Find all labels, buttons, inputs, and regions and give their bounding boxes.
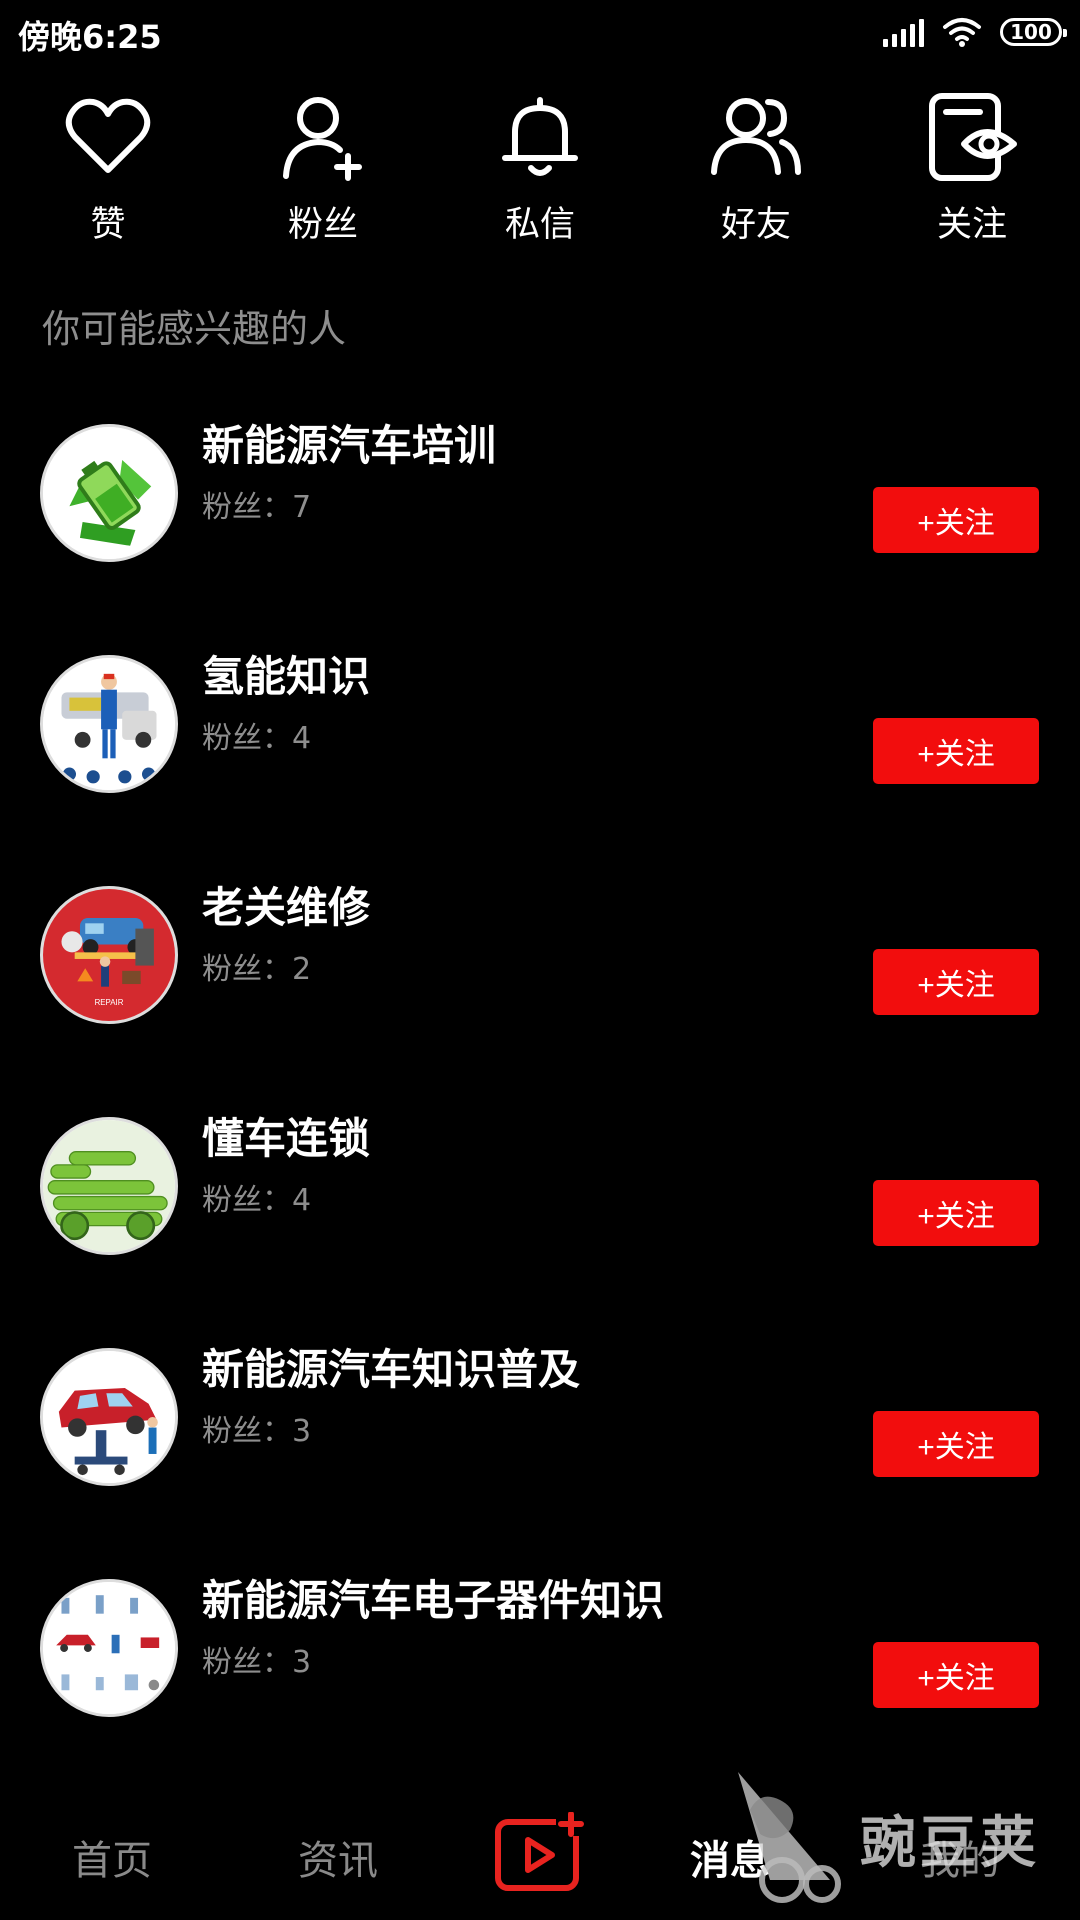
battery-recycle-icon [43, 427, 175, 559]
quick-action-messages[interactable]: 私信 [465, 92, 615, 252]
quick-action-label: 赞 [90, 205, 126, 245]
suggestion-row[interactable]: 氢能知识 粉丝：4 +关注 [0, 641, 1080, 841]
suggestion-name: 懂车连锁 [202, 1114, 371, 1163]
suggestion-name: 氢能知识 [202, 652, 371, 701]
watermark-text: 豌豆荚 [860, 1811, 1040, 1876]
section-title: 你可能感兴趣的人 [42, 307, 347, 351]
quick-action-label: 粉丝 [287, 205, 358, 245]
suggestion-name: 新能源汽车知识普及 [202, 1345, 581, 1394]
mechanic-car-icon [43, 658, 175, 790]
watermark: 豌豆荚 [730, 1760, 1080, 1920]
avatar-battery-recycle[interactable] [40, 424, 178, 562]
status-icons: 100 [883, 16, 1067, 48]
status-bar: 傍晚6:25 100 [0, 0, 1080, 66]
suggestion-name: 新能源汽车培训 [202, 421, 497, 470]
quick-action-friends[interactable]: 好友 [681, 92, 831, 252]
car-lift-icon [43, 1351, 175, 1483]
suggestion-row[interactable]: REPAIR 老关维修 粉丝：2 +关注 [0, 872, 1080, 1072]
suggestion-row[interactable]: 懂车连锁 粉丝：4 +关注 [0, 1103, 1080, 1303]
green-battery-car-icon [43, 1120, 175, 1252]
nav-news[interactable]: 资讯 [298, 1828, 378, 1886]
suggestion-fans: 粉丝：2 [202, 952, 312, 987]
screen: 傍晚6:25 100 赞 粉丝 私信 好友 关注 你可能感兴趣的人 新能源汽车培… [0, 0, 1080, 1920]
quick-action-label: 关注 [936, 205, 1007, 245]
svg-text:REPAIR: REPAIR [95, 998, 124, 1007]
suggestion-fans: 粉丝：4 [202, 721, 312, 756]
heart-icon [65, 98, 151, 173]
follow-button[interactable]: +关注 [873, 1411, 1039, 1477]
status-time: 傍晚6:25 [18, 18, 162, 56]
nav-home[interactable]: 首页 [72, 1828, 152, 1886]
users-icon [711, 98, 801, 175]
follow-button[interactable]: +关注 [873, 1180, 1039, 1246]
suggestion-row[interactable]: 新能源汽车电子器件知识 粉丝：3 +关注 [0, 1565, 1080, 1765]
suggestion-fans: 粉丝：3 [202, 1645, 312, 1680]
eye-document-icon [929, 93, 1017, 181]
avatar-car-lift[interactable] [40, 1348, 178, 1486]
quick-action-fans[interactable]: 粉丝 [248, 92, 398, 252]
suggestion-fans: 粉丝：7 [202, 490, 312, 525]
user-plus-icon [283, 97, 362, 181]
avatar-green-battery-car[interactable] [40, 1117, 178, 1255]
avatar-repair-shop[interactable]: REPAIR [40, 886, 178, 1024]
bell-icon [502, 97, 578, 176]
follow-button[interactable]: +关注 [873, 949, 1039, 1015]
suggestion-name: 老关维修 [202, 883, 371, 932]
suggestion-row[interactable]: 新能源汽车知识普及 粉丝：3 +关注 [0, 1334, 1080, 1534]
suggestion-name: 新能源汽车电子器件知识 [202, 1576, 665, 1625]
quick-action-label: 好友 [720, 205, 791, 245]
follow-button[interactable]: +关注 [873, 718, 1039, 784]
car-icons-grid-icon [43, 1582, 175, 1714]
quick-actions: 赞 粉丝 私信 好友 关注 [0, 92, 1080, 252]
wifi-icon [943, 18, 981, 47]
suggestion-fans: 粉丝：3 [202, 1414, 312, 1449]
avatar-car-icons[interactable] [40, 1579, 178, 1717]
quick-action-likes[interactable]: 赞 [33, 92, 183, 252]
repair-shop-icon: REPAIR [43, 889, 175, 1021]
publish-video-icon[interactable] [494, 1812, 586, 1894]
quick-action-label: 私信 [504, 205, 575, 245]
quick-action-following[interactable]: 关注 [897, 92, 1047, 252]
follow-button[interactable]: +关注 [873, 1642, 1039, 1708]
avatar-mechanic-car[interactable] [40, 655, 178, 793]
suggestion-fans: 粉丝：4 [202, 1183, 312, 1218]
signal-icon [883, 17, 924, 47]
follow-button[interactable]: +关注 [873, 487, 1039, 553]
suggestion-row[interactable]: 新能源汽车培训 粉丝：7 +关注 [0, 410, 1080, 610]
battery-icon: 100 [1000, 18, 1067, 46]
